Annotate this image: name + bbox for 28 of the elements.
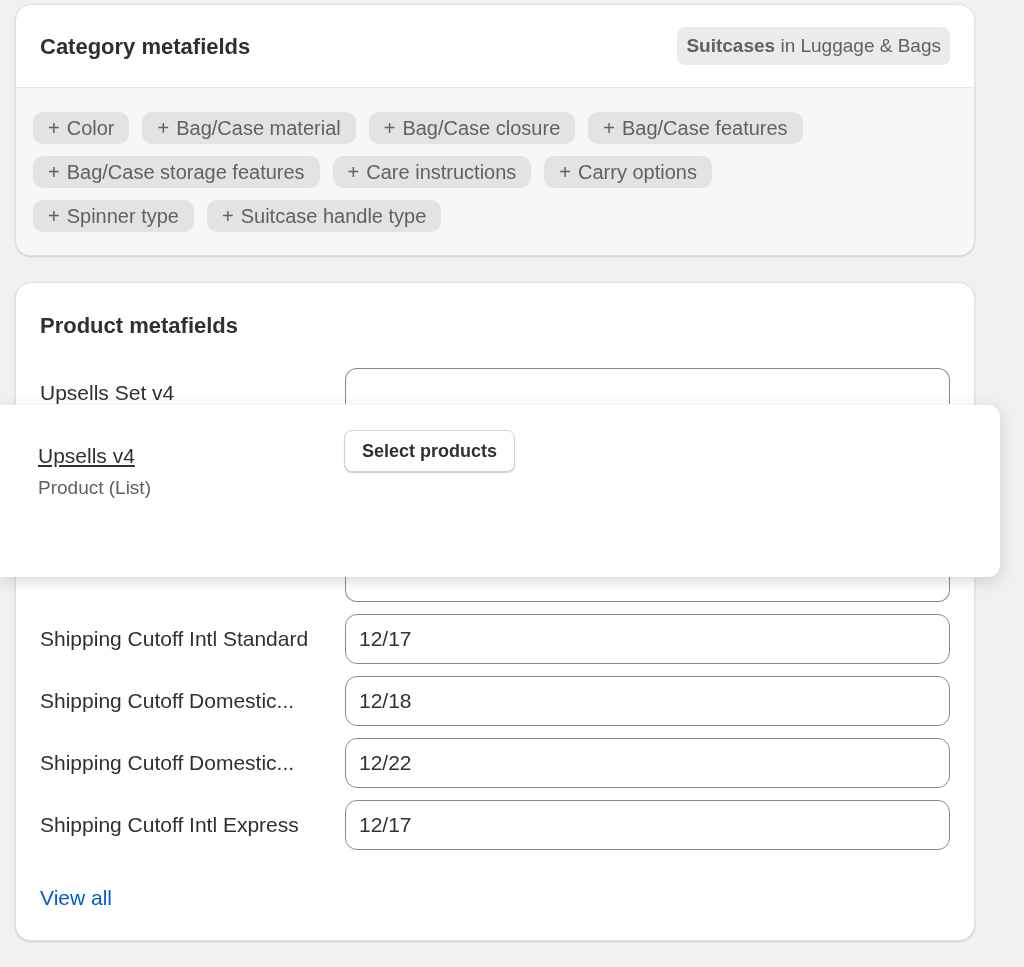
add-metafield-chip[interactable]: + Bag/Case material bbox=[142, 112, 356, 144]
metafield-link[interactable]: Upsells v4 bbox=[38, 440, 344, 472]
add-metafield-chip[interactable]: + Color bbox=[33, 112, 130, 144]
field-label: Upsells Set v4 bbox=[40, 380, 176, 406]
select-products-button[interactable]: Select products bbox=[344, 430, 516, 472]
add-metafield-chip[interactable]: + Care instructions bbox=[332, 156, 532, 188]
add-metafield-chip[interactable]: + Spinner type bbox=[33, 200, 194, 232]
view-all-link[interactable]: View all bbox=[40, 882, 112, 914]
field-label: Shipping Cutoff Intl Express bbox=[40, 812, 300, 839]
input-field[interactable]: 12/18 bbox=[345, 676, 950, 726]
metafield-type: Product (List) bbox=[38, 475, 152, 500]
input-field[interactable]: 12/17 bbox=[345, 800, 950, 850]
card-title: Category metafields bbox=[40, 32, 251, 61]
add-metafield-chip[interactable]: + Bag/Case features bbox=[588, 112, 803, 144]
field-label: Shipping Cutoff Domestic... bbox=[40, 750, 296, 777]
input-field[interactable] bbox=[345, 576, 950, 602]
add-metafield-chip[interactable]: + Bag/Case storage features bbox=[33, 156, 320, 188]
input-field[interactable]: 12/17 bbox=[345, 614, 950, 664]
dragged-row-panel[interactable]: Upsells v4 Product (List) Select products bbox=[0, 405, 1000, 577]
input-field[interactable] bbox=[345, 368, 950, 404]
card-title: Product metafields bbox=[40, 312, 240, 340]
field-label: Shipping Cutoff Intl Standard bbox=[40, 626, 310, 653]
add-metafield-chip[interactable]: + Carry options bbox=[544, 156, 712, 188]
add-metafield-chip[interactable]: + Suitcase handle type bbox=[207, 200, 442, 232]
add-metafield-chip[interactable]: + Bag/Case closure bbox=[368, 112, 576, 144]
field-label: Shipping Cutoff Domestic... bbox=[40, 688, 296, 715]
category-tag: Suitcases in Luggage & Bags bbox=[677, 26, 950, 66]
input-field[interactable]: 12/22 bbox=[345, 738, 950, 788]
